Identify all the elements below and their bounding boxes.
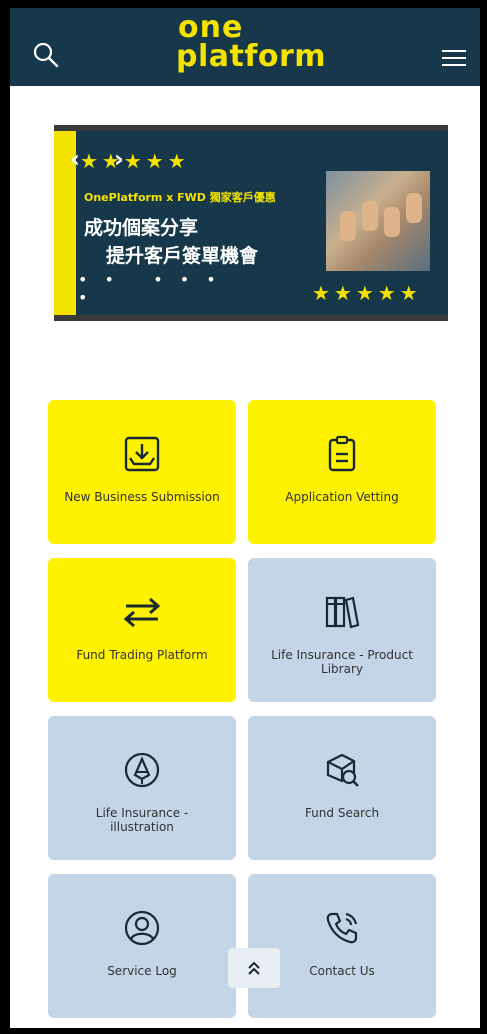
tile-service-log[interactable]: Service Log bbox=[48, 874, 236, 1018]
carousel-next-icon[interactable]: › bbox=[114, 145, 124, 173]
tile-contact-us[interactable]: Contact Us bbox=[248, 874, 436, 1018]
tile-fund-trading-platform[interactable]: Fund Trading Platform bbox=[48, 558, 236, 702]
carousel-prev-icon[interactable]: ‹ bbox=[70, 145, 80, 173]
double-chevron-up-icon bbox=[248, 961, 260, 975]
banner-title-line-1: 成功個案分享 bbox=[84, 217, 199, 239]
tile-label: Service Log bbox=[107, 964, 177, 978]
tile-new-business-submission[interactable]: New Business Submission bbox=[48, 400, 236, 544]
download-tray-icon bbox=[124, 436, 160, 472]
banner-subtitle: OnePlatform x FWD 獨家客戶優惠 bbox=[84, 191, 276, 204]
dots-decoration: • • • • • • bbox=[78, 270, 222, 307]
tile-label: Fund Search bbox=[304, 806, 380, 820]
promo-banner[interactable]: ★★★★★ ‹ › OnePlatform x FWD 獨家客戶優惠 成功個案分… bbox=[54, 125, 448, 321]
pen-nib-icon bbox=[124, 752, 160, 788]
swap-arrows-icon bbox=[123, 597, 161, 628]
tile-life-insurance-illustration[interactable]: Life Insurance - illustration bbox=[48, 716, 236, 860]
app-frame: one platform ★★★★★ ‹ › OnePlatform x FWD… bbox=[10, 8, 480, 1028]
hamburger-menu-icon[interactable] bbox=[442, 50, 466, 70]
tile-label: Life Insurance - Product Library bbox=[271, 648, 413, 676]
box-search-icon bbox=[326, 753, 359, 787]
tile-label: Life Insurance - illustration bbox=[95, 806, 189, 834]
clipboard-icon bbox=[328, 435, 356, 472]
tile-label: Application Vetting bbox=[285, 490, 399, 504]
books-icon bbox=[325, 596, 360, 629]
top-bar: one platform bbox=[10, 8, 480, 86]
star-decoration-icon: ★★★★★ bbox=[80, 149, 190, 173]
phone-icon bbox=[326, 912, 358, 944]
banner-photo bbox=[326, 171, 430, 271]
user-circle-icon bbox=[124, 910, 160, 946]
back-to-top-button[interactable] bbox=[228, 948, 280, 988]
star-decoration-icon: ★★★★★ bbox=[312, 281, 422, 305]
logo[interactable]: one platform bbox=[170, 13, 340, 83]
tile-product-library[interactable]: Life Insurance - Product Library bbox=[248, 558, 436, 702]
tile-label: Fund Trading Platform bbox=[76, 648, 208, 662]
tile-label: New Business Submission bbox=[64, 490, 220, 504]
tile-fund-search[interactable]: Fund Search bbox=[248, 716, 436, 860]
banner-title-line-2: 提升客戶簽單機會 bbox=[106, 245, 259, 267]
tile-application-vetting[interactable]: Application Vetting bbox=[248, 400, 436, 544]
tile-label: Contact Us bbox=[309, 964, 375, 978]
search-icon[interactable] bbox=[32, 41, 60, 69]
logo-line-2: platform bbox=[176, 39, 327, 74]
